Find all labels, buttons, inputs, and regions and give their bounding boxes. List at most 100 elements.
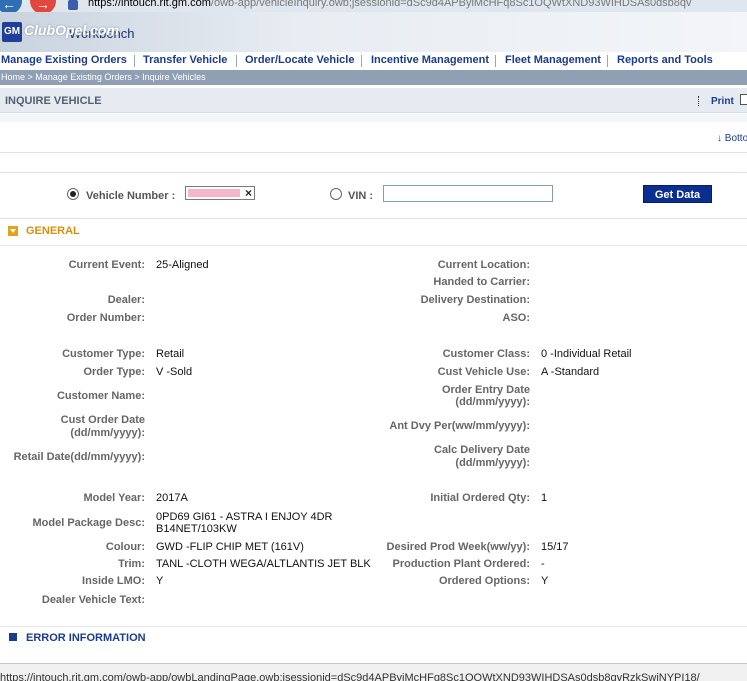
breadcrumb-separator: > <box>25 72 36 82</box>
label-order-type: Order Type: <box>83 366 145 378</box>
label-cust-order-date-format: (dd/mm/yyyy): <box>70 427 145 439</box>
label-dealer: Dealer: <box>107 294 145 306</box>
menu-divider <box>607 55 608 67</box>
breadcrumb: Home > Manage Existing Orders > Inquire … <box>0 70 747 85</box>
divider <box>0 218 747 219</box>
clear-icon[interactable]: × <box>245 186 252 200</box>
label-current-event: Current Event: <box>68 259 145 271</box>
value-model-year: 2017A <box>156 492 188 504</box>
main-menu: Manage Existing Orders Transfer Vehicle … <box>0 52 747 70</box>
value-colour: GWD -FLIP CHIP MET (161V) <box>156 541 304 553</box>
label-dealer-vehicle-text: Dealer Vehicle Text: <box>41 594 145 606</box>
breadcrumb-separator: > <box>131 72 143 82</box>
label-desired-prod-week: Desired Prod Week(ww/yy): <box>386 541 530 553</box>
label-cust-order-date: Cust Order Date <box>60 414 145 426</box>
app-header: GM Workbench ClubOpel.com <box>0 12 747 52</box>
breadcrumb-home[interactable]: Home <box>1 72 25 82</box>
label-trim: Trim: <box>118 558 145 570</box>
back-button[interactable]: ← <box>0 0 22 12</box>
value-ordered-options: Y <box>541 575 549 587</box>
browser-status-bar: https://intouch.rit.gm.com/owb-app/owbLa… <box>0 663 747 681</box>
value-cust-vehicle-use: A -Standard <box>541 366 600 378</box>
value-order-type: V -Sold <box>156 366 193 378</box>
url-host: https://intouch.rit.gm.com <box>88 0 211 9</box>
label-model-year: Model Year: <box>83 492 145 504</box>
label-order-entry-date: Order Entry Date <box>441 384 530 396</box>
redacted-value <box>188 189 240 197</box>
label-calc-delivery-date-format: (dd/mm/yyyy): <box>455 457 530 469</box>
section-general-header[interactable]: GENERAL <box>26 225 80 237</box>
vin-radio[interactable] <box>330 188 342 200</box>
label-aso: ASO: <box>502 312 531 324</box>
value-customer-class: 0 -Individual Retail <box>541 348 632 360</box>
menu-divider <box>361 55 362 67</box>
label-customer-class: Customer Class: <box>442 348 530 360</box>
value-inside-lmo: Y <box>156 575 164 587</box>
status-url: https://intouch.rit.gm.com/owb-app/owbLa… <box>0 672 700 681</box>
url-path: /owb-app/vehicleInquiry.owb;jsessionid=d… <box>210 0 692 9</box>
menu-transfer-vehicle[interactable]: Transfer Vehicle <box>143 54 227 66</box>
label-ant-dvy-per: Ant Dvy Per(ww/mm/yyyy): <box>389 420 530 432</box>
menu-order-locate-vehicle[interactable]: Order/Locate Vehicle <box>245 54 354 66</box>
section-error-header[interactable]: ERROR INFORMATION <box>26 632 146 644</box>
breadcrumb-current: Inquire Vehicles <box>142 72 206 82</box>
divider <box>0 626 747 627</box>
vin-label: VIN : <box>348 190 374 202</box>
label-delivery-destination: Delivery Destination: <box>420 294 530 306</box>
bottom-link[interactable]: ↓ Bottom <box>717 133 747 144</box>
url-field[interactable]: https://intouch.rit.gm.com/owb-app/vehic… <box>88 0 692 9</box>
label-initial-ordered-qty: Initial Ordered Qty: <box>430 492 530 504</box>
menu-divider <box>495 55 496 67</box>
menu-manage-existing-orders[interactable]: Manage Existing Orders <box>1 54 127 66</box>
printer-icon[interactable] <box>740 94 747 105</box>
label-handed-to-carrier: Handed to Carrier: <box>433 276 530 288</box>
arrow-left-icon: ← <box>2 0 16 12</box>
forward-button[interactable]: → <box>30 0 56 12</box>
label-retail-date: Retail Date(dd/mm/yyyy): <box>13 451 145 463</box>
vehicle-number-label: Vehicle Number : <box>86 190 176 202</box>
get-data-button[interactable]: Get Data <box>643 185 712 203</box>
menu-incentive-management[interactable]: Incentive Management <box>371 54 489 66</box>
value-initial-ordered-qty: 1 <box>541 492 548 504</box>
label-calc-delivery-date: Calc Delivery Date <box>434 444 530 456</box>
label-order-entry-date-format: (dd/mm/yyyy): <box>455 396 530 408</box>
watermark: ClubOpel.com <box>24 22 119 38</box>
divider <box>0 172 747 173</box>
value-current-event: 25-Aligned <box>156 259 209 271</box>
label-inside-lmo: Inside LMO: <box>82 575 145 587</box>
vehicle-number-input[interactable]: × <box>185 186 255 200</box>
vin-input[interactable] <box>383 185 553 202</box>
page-title-bar: INQUIRE VEHICLE Print <box>0 88 747 113</box>
gm-logo: GM <box>2 22 22 42</box>
menu-reports-and-tools[interactable]: Reports and Tools <box>617 54 713 66</box>
value-model-package-line2: B14NET/103KW <box>156 523 237 535</box>
toolbar-divider <box>698 96 700 106</box>
collapse-icon[interactable] <box>8 226 18 236</box>
label-model-package-desc: Model Package Desc: <box>32 517 146 529</box>
label-customer-type: Customer Type: <box>62 348 145 360</box>
arrow-right-icon: → <box>36 0 50 12</box>
breadcrumb-manage-existing-orders[interactable]: Manage Existing Orders <box>35 72 132 82</box>
menu-fleet-management[interactable]: Fleet Management <box>505 54 601 66</box>
divider <box>0 152 747 153</box>
divider <box>0 245 747 246</box>
value-trim: TANL -CLOTH WEGA/ALTLANTIS JET BLK <box>156 558 371 570</box>
value-production-plant-ordered: - <box>541 558 545 570</box>
expand-icon[interactable] <box>9 633 17 641</box>
value-customer-type: Retail <box>156 348 185 360</box>
page-title: INQUIRE VEHICLE <box>5 95 102 107</box>
value-model-package-line1: 0PD69 GI61 - ASTRA I ENJOY 4DR <box>156 511 333 523</box>
title-strip <box>0 114 747 122</box>
label-colour: Colour: <box>105 541 145 553</box>
vehicle-number-radio[interactable] <box>67 188 79 200</box>
label-ordered-options: Ordered Options: <box>438 575 530 587</box>
label-order-number: Order Number: <box>66 312 145 324</box>
print-button[interactable]: Print <box>711 96 734 107</box>
label-current-location: Current Location: <box>437 259 530 271</box>
browser-address-bar: ← → https://intouch.rit.gm.com/owb-app/v… <box>0 0 747 12</box>
menu-divider <box>134 55 135 67</box>
site-favicon-icon <box>68 0 78 10</box>
value-desired-prod-week: 15/17 <box>541 541 569 553</box>
label-cust-vehicle-use: Cust Vehicle Use: <box>437 366 530 378</box>
menu-divider <box>236 55 237 67</box>
